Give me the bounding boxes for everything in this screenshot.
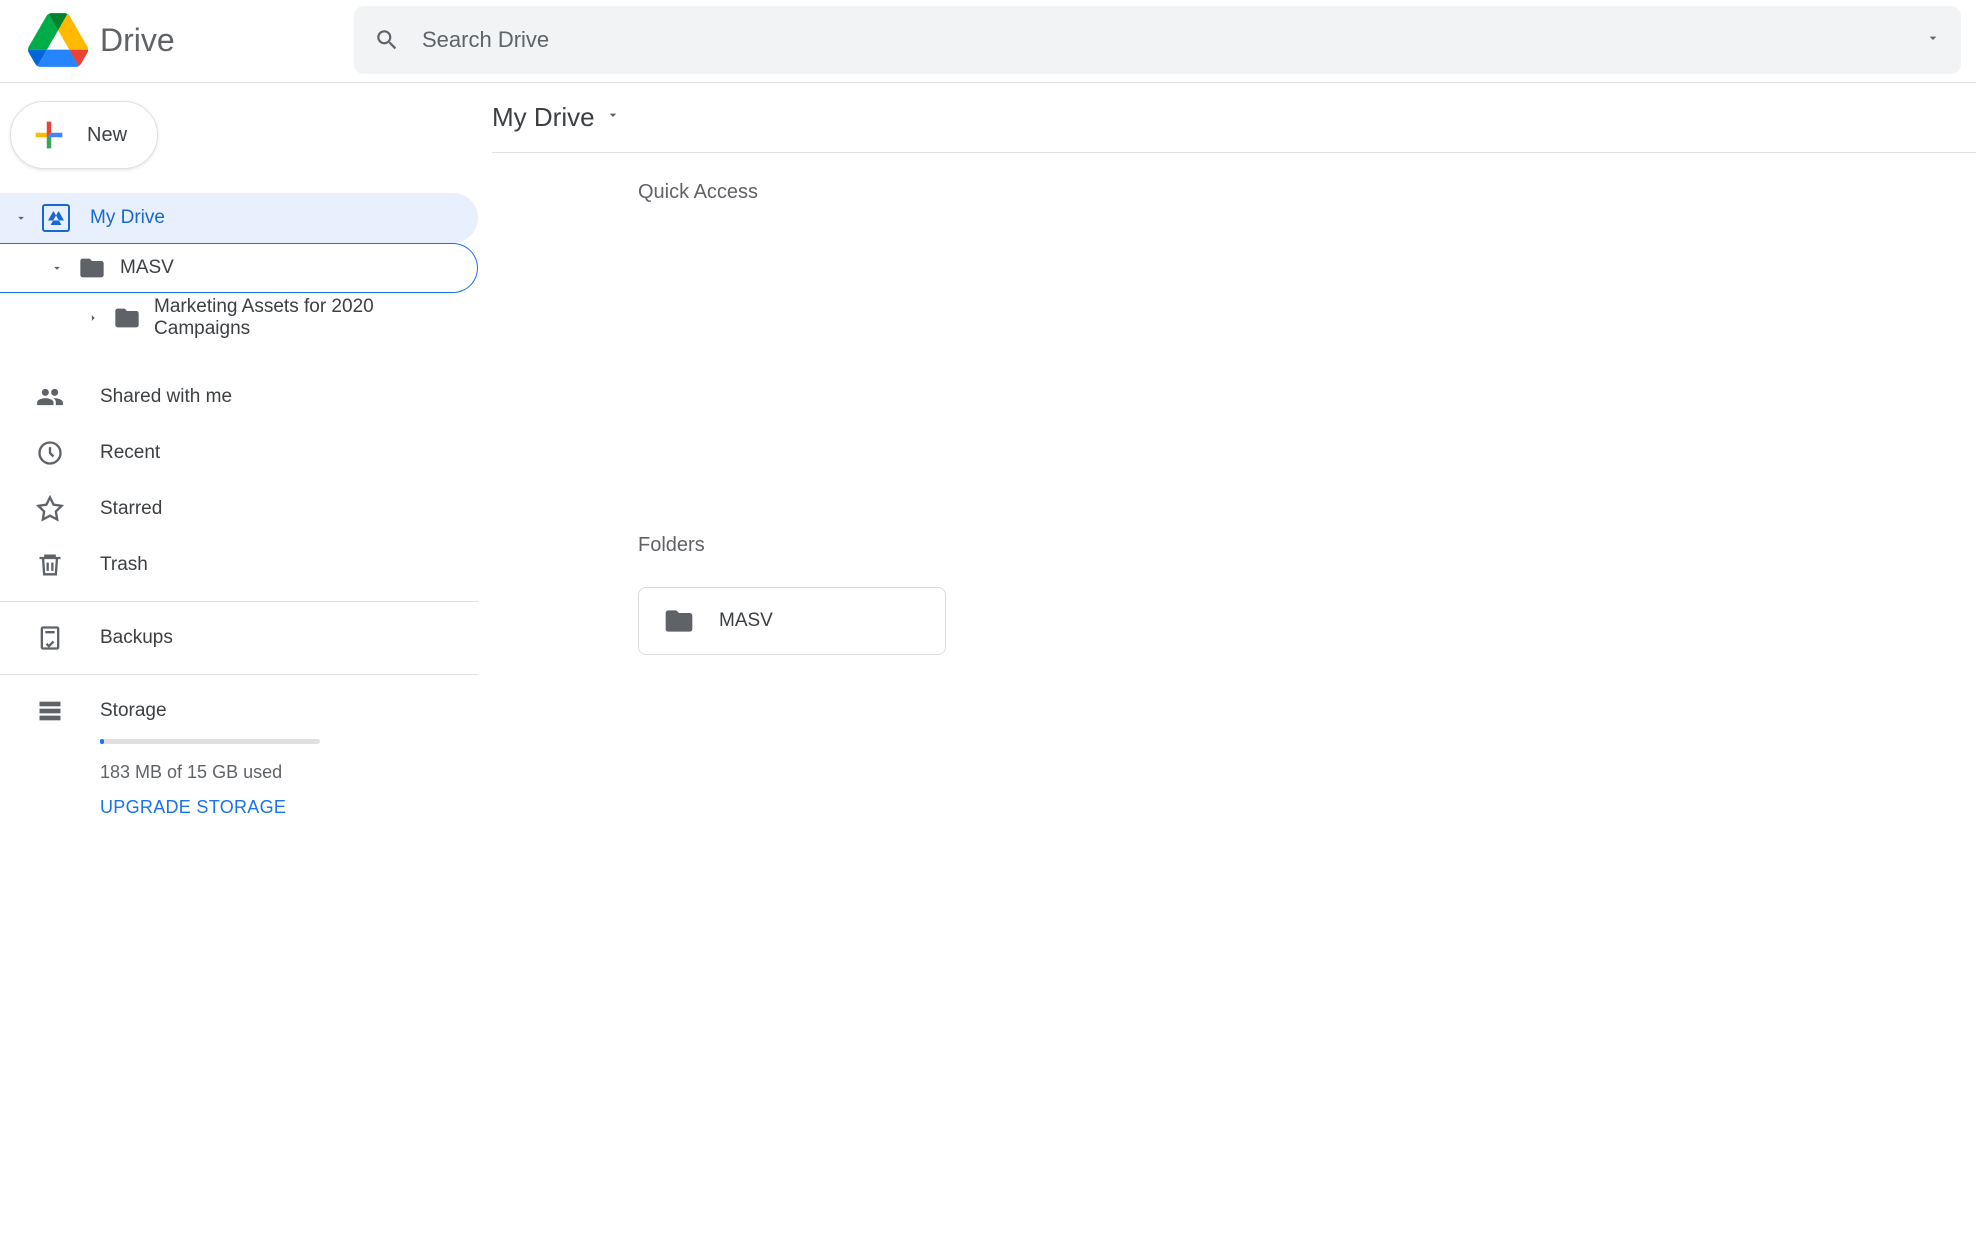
header: Drive <box>0 0 1976 83</box>
tree-item-my-drive[interactable]: My Drive <box>0 193 478 243</box>
nav-label: Starred <box>100 498 162 520</box>
app-name: Drive <box>100 22 175 59</box>
new-button-label: New <box>87 124 127 147</box>
storage-icon <box>36 697 100 725</box>
folder-name: MASV <box>719 610 773 632</box>
clock-icon <box>36 439 100 467</box>
star-icon <box>36 495 100 523</box>
new-button[interactable]: New <box>10 101 158 169</box>
tree-item-masv[interactable]: MASV <box>0 243 478 293</box>
nav-backups[interactable]: Backups <box>0 610 478 666</box>
search-icon <box>374 27 400 53</box>
storage-bar <box>100 739 320 744</box>
storage-usage-text: 183 MB of 15 GB used <box>100 762 478 783</box>
folder-icon <box>72 254 112 282</box>
nav-trash[interactable]: Trash <box>0 537 478 593</box>
breadcrumb-row: My Drive <box>492 83 1976 153</box>
nav-label: Shared with me <box>100 386 232 408</box>
drive-logo-icon <box>28 10 88 70</box>
search-wrapper <box>354 6 1976 74</box>
people-icon <box>36 383 100 411</box>
nav-label: Trash <box>100 554 148 576</box>
trash-icon <box>36 551 100 579</box>
search-options-icon[interactable] <box>1925 30 1941 51</box>
tree-item-marketing-assets[interactable]: Marketing Assets for 2020 Campaigns <box>0 293 478 343</box>
divider <box>0 674 478 675</box>
search-bar[interactable] <box>354 6 1961 74</box>
folder-icon <box>663 605 695 637</box>
drive-box-icon <box>36 204 76 232</box>
nav-shared-with-me[interactable]: Shared with me <box>0 369 478 425</box>
plus-icon <box>29 115 69 155</box>
tree-label: MASV <box>120 257 174 279</box>
nav-recent[interactable]: Recent <box>0 425 478 481</box>
backups-icon <box>36 624 100 652</box>
caret-right-icon[interactable] <box>78 311 107 325</box>
quick-access-title: Quick Access <box>638 181 1976 204</box>
caret-down-icon[interactable] <box>42 261 72 275</box>
caret-down-icon[interactable] <box>605 107 621 128</box>
tree-label: Marketing Assets for 2020 Campaigns <box>154 296 466 340</box>
storage-label: Storage <box>100 700 167 722</box>
divider <box>0 601 478 602</box>
app-logo[interactable]: Drive <box>0 10 354 70</box>
upgrade-storage-link[interactable]: UPGRADE STORAGE <box>100 797 478 818</box>
sidebar: New My Drive <box>0 83 478 818</box>
breadcrumb[interactable]: My Drive <box>492 102 595 133</box>
nav-starred[interactable]: Starred <box>0 481 478 537</box>
folder-icon <box>107 304 146 332</box>
nav-section: Shared with me Recent Starred Trash <box>0 369 478 818</box>
folder-tree: My Drive MASV Marketing Assets for 2020 <box>0 193 478 343</box>
search-input[interactable] <box>420 26 1925 54</box>
storage-block: Storage 183 MB of 15 GB used UPGRADE STO… <box>0 683 478 818</box>
main-content: My Drive Quick Access Folders MASV <box>478 83 1976 818</box>
folders-title: Folders <box>638 534 1976 557</box>
nav-storage[interactable]: Storage <box>36 683 478 739</box>
tree-label: My Drive <box>90 207 165 229</box>
nav-label: Recent <box>100 442 160 464</box>
caret-down-icon[interactable] <box>6 211 36 225</box>
nav-label: Backups <box>100 627 173 649</box>
folder-card[interactable]: MASV <box>638 587 946 655</box>
